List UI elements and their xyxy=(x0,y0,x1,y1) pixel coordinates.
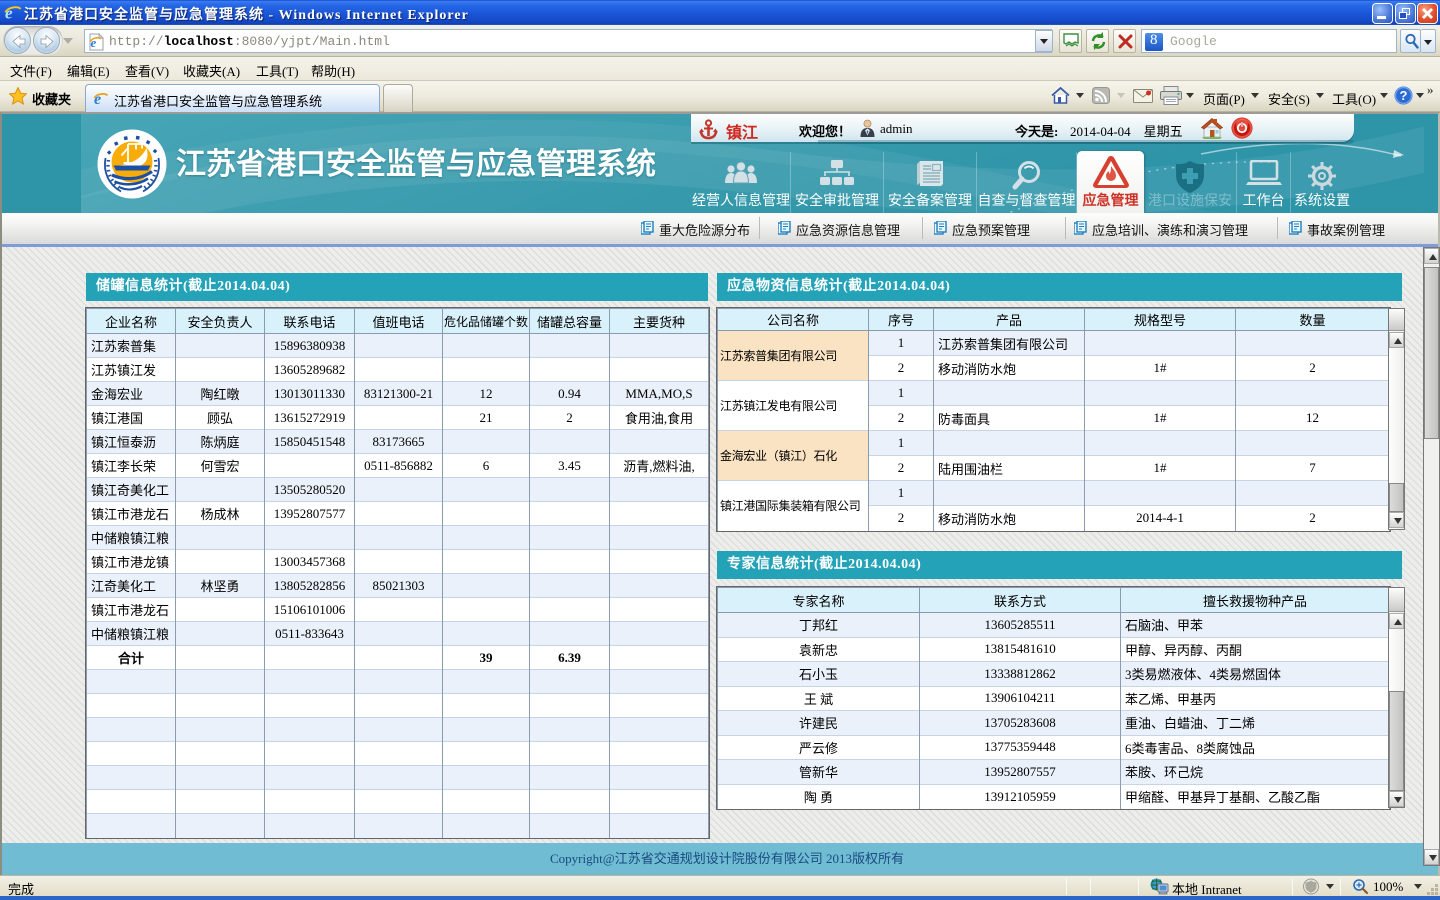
svg-text:e: e xyxy=(5,4,13,22)
svg-text:?: ? xyxy=(1400,88,1408,103)
